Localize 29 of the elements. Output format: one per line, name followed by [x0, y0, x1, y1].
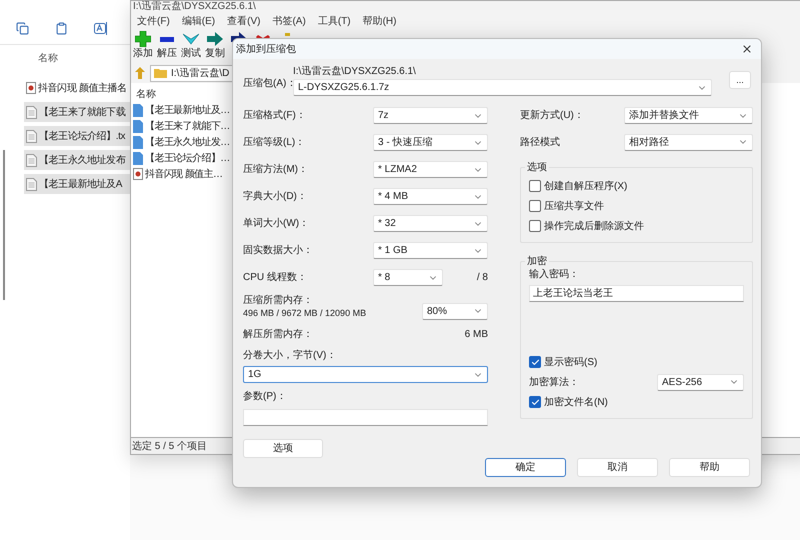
field-label: 路径模式 [520, 136, 560, 150]
checkbox-label: 创建自解压程序(X) [544, 180, 628, 194]
field-label: 单词大小(W)： [243, 216, 310, 231]
field-label: 解压所需内存： [243, 328, 313, 342]
checkbox-label: 加密文件名(N) [544, 396, 608, 410]
field-label: 固实数据大小： [243, 244, 313, 258]
field-label: 输入密码： [529, 268, 580, 282]
path-label: I:\迅雷云盘\DYSXZG25.6.1\ [293, 65, 417, 79]
checkbox-label: 显示密码(S) [544, 356, 598, 370]
field-label: 分卷大小，字节(V)： [243, 349, 338, 363]
field-label: 压缩格式(F)： [243, 108, 306, 123]
field-label: 压缩等级(L)： [243, 136, 306, 150]
field-label: 更新方式(U)： [520, 108, 584, 123]
checkbox-label: 操作完成后删除源文件 [544, 220, 644, 234]
memory-usage: 496 MB / 9672 MB / 12090 MB [243, 307, 366, 320]
field-label: 加密算法： [529, 376, 579, 390]
checkbox-label: 压缩共享文件 [544, 200, 604, 214]
window-title: I:\迅雷云盘\DYSXZG25.6.1\ [133, 1, 256, 13]
memory-value: 6 MB [464, 328, 488, 342]
dialog-title: 添加到压缩包 [236, 42, 296, 56]
field-label: 参数(P)： [243, 390, 288, 404]
field-label: 压缩包(A)： [243, 76, 293, 91]
status-text: 选定 5 / 5 个项目 [132, 440, 208, 454]
field-label: CPU 线程数： [243, 270, 308, 285]
field-label: 字典大小(D)： [243, 190, 307, 204]
field-label: 压缩方法(M)： [243, 162, 308, 177]
field-label: 压缩所需内存： [243, 294, 314, 307]
thread-max: / 8 [476, 271, 488, 285]
group-title: 加密 [525, 254, 549, 269]
